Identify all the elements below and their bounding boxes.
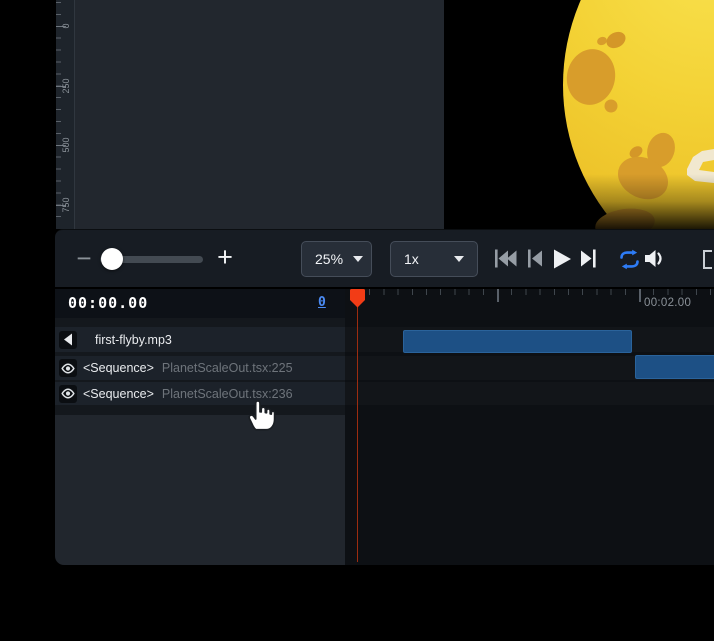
track-source: PlanetScaleOut.tsx:236 [162,387,293,401]
canvas-background [75,0,444,229]
previous-frame-button[interactable] [528,249,543,268]
preview-section: 0 250 500 750 [0,0,714,229]
video-composition [444,0,714,229]
timecode-display: 00:00.00 [68,294,148,312]
next-frame-button[interactable] [581,249,596,268]
ruler-label: 500 [61,137,71,153]
track-lane [345,382,714,405]
ruler-label: 0 [61,18,71,34]
playhead-line [357,289,359,562]
second-tick [639,289,641,302]
ruler-label: 250 [61,78,71,94]
speed-value: 1x [404,251,419,267]
ruler-label: 750 [61,197,71,213]
timeline-clip-audio[interactable] [403,330,632,353]
play-button[interactable] [553,249,572,269]
skip-to-start-button[interactable] [495,249,517,268]
second-tick [497,289,499,302]
timeline-panel: 00:00.00 0 first-flyby.mp3 [55,289,714,565]
scale-dropdown[interactable]: 25% [301,241,372,277]
zoom-out-button[interactable]: − [75,243,93,273]
frame-number-link[interactable]: 0 [318,295,326,310]
scale-value: 25% [315,251,343,267]
track-name: <Sequence> [83,361,154,375]
volume-icon [645,249,665,268]
volume-button[interactable] [645,249,665,268]
timeline-header: 00:00.00 0 [55,289,345,318]
chevron-down-icon [454,256,464,262]
speaker-icon[interactable] [59,331,77,349]
timeline-ruler-ticks[interactable] [355,289,714,295]
vertical-ruler[interactable]: 0 250 500 750 [56,0,75,229]
chevron-down-icon [353,256,363,262]
eye-icon[interactable] [59,359,77,377]
loop-button[interactable] [617,249,642,270]
timeline-tracks-area[interactable]: 00:02.00 [345,289,714,565]
fullscreen-button-partial[interactable] [703,250,712,269]
previous-frame-icon [528,249,543,268]
play-icon [553,249,572,269]
timeline-clip-sequence[interactable] [635,355,714,379]
track-row-sequence[interactable]: <Sequence> PlanetScaleOut.tsx:225 [55,356,345,380]
zoom-in-button[interactable]: + [215,241,235,273]
track-row-audio[interactable]: first-flyby.mp3 [55,327,345,352]
loop-icon [617,249,642,270]
time-label: 00:02.00 [644,297,691,309]
zoom-slider-knob[interactable] [101,248,123,270]
skip-to-start-icon [495,249,517,268]
track-name: first-flyby.mp3 [95,333,172,347]
playhead-handle[interactable] [350,289,365,308]
speed-dropdown[interactable]: 1x [390,241,478,277]
playback-toolbar: − + 25% 1x [55,229,714,287]
remotion-studio-window: 0 250 500 750 [0,0,714,641]
track-name: <Sequence> [83,387,154,401]
track-row-sequence[interactable]: <Sequence> PlanetScaleOut.tsx:236 [55,382,345,405]
next-frame-icon [581,249,596,268]
tracks-zone: first-flyby.mp3 <Sequence> PlanetScaleOu… [55,318,345,415]
track-list-panel: 00:00.00 0 first-flyby.mp3 [55,289,345,565]
track-source: PlanetScaleOut.tsx:225 [162,361,293,375]
ruler-minor-ticks [56,2,61,227]
planet-bottom-shadow [444,0,714,229]
eye-icon[interactable] [59,385,77,403]
